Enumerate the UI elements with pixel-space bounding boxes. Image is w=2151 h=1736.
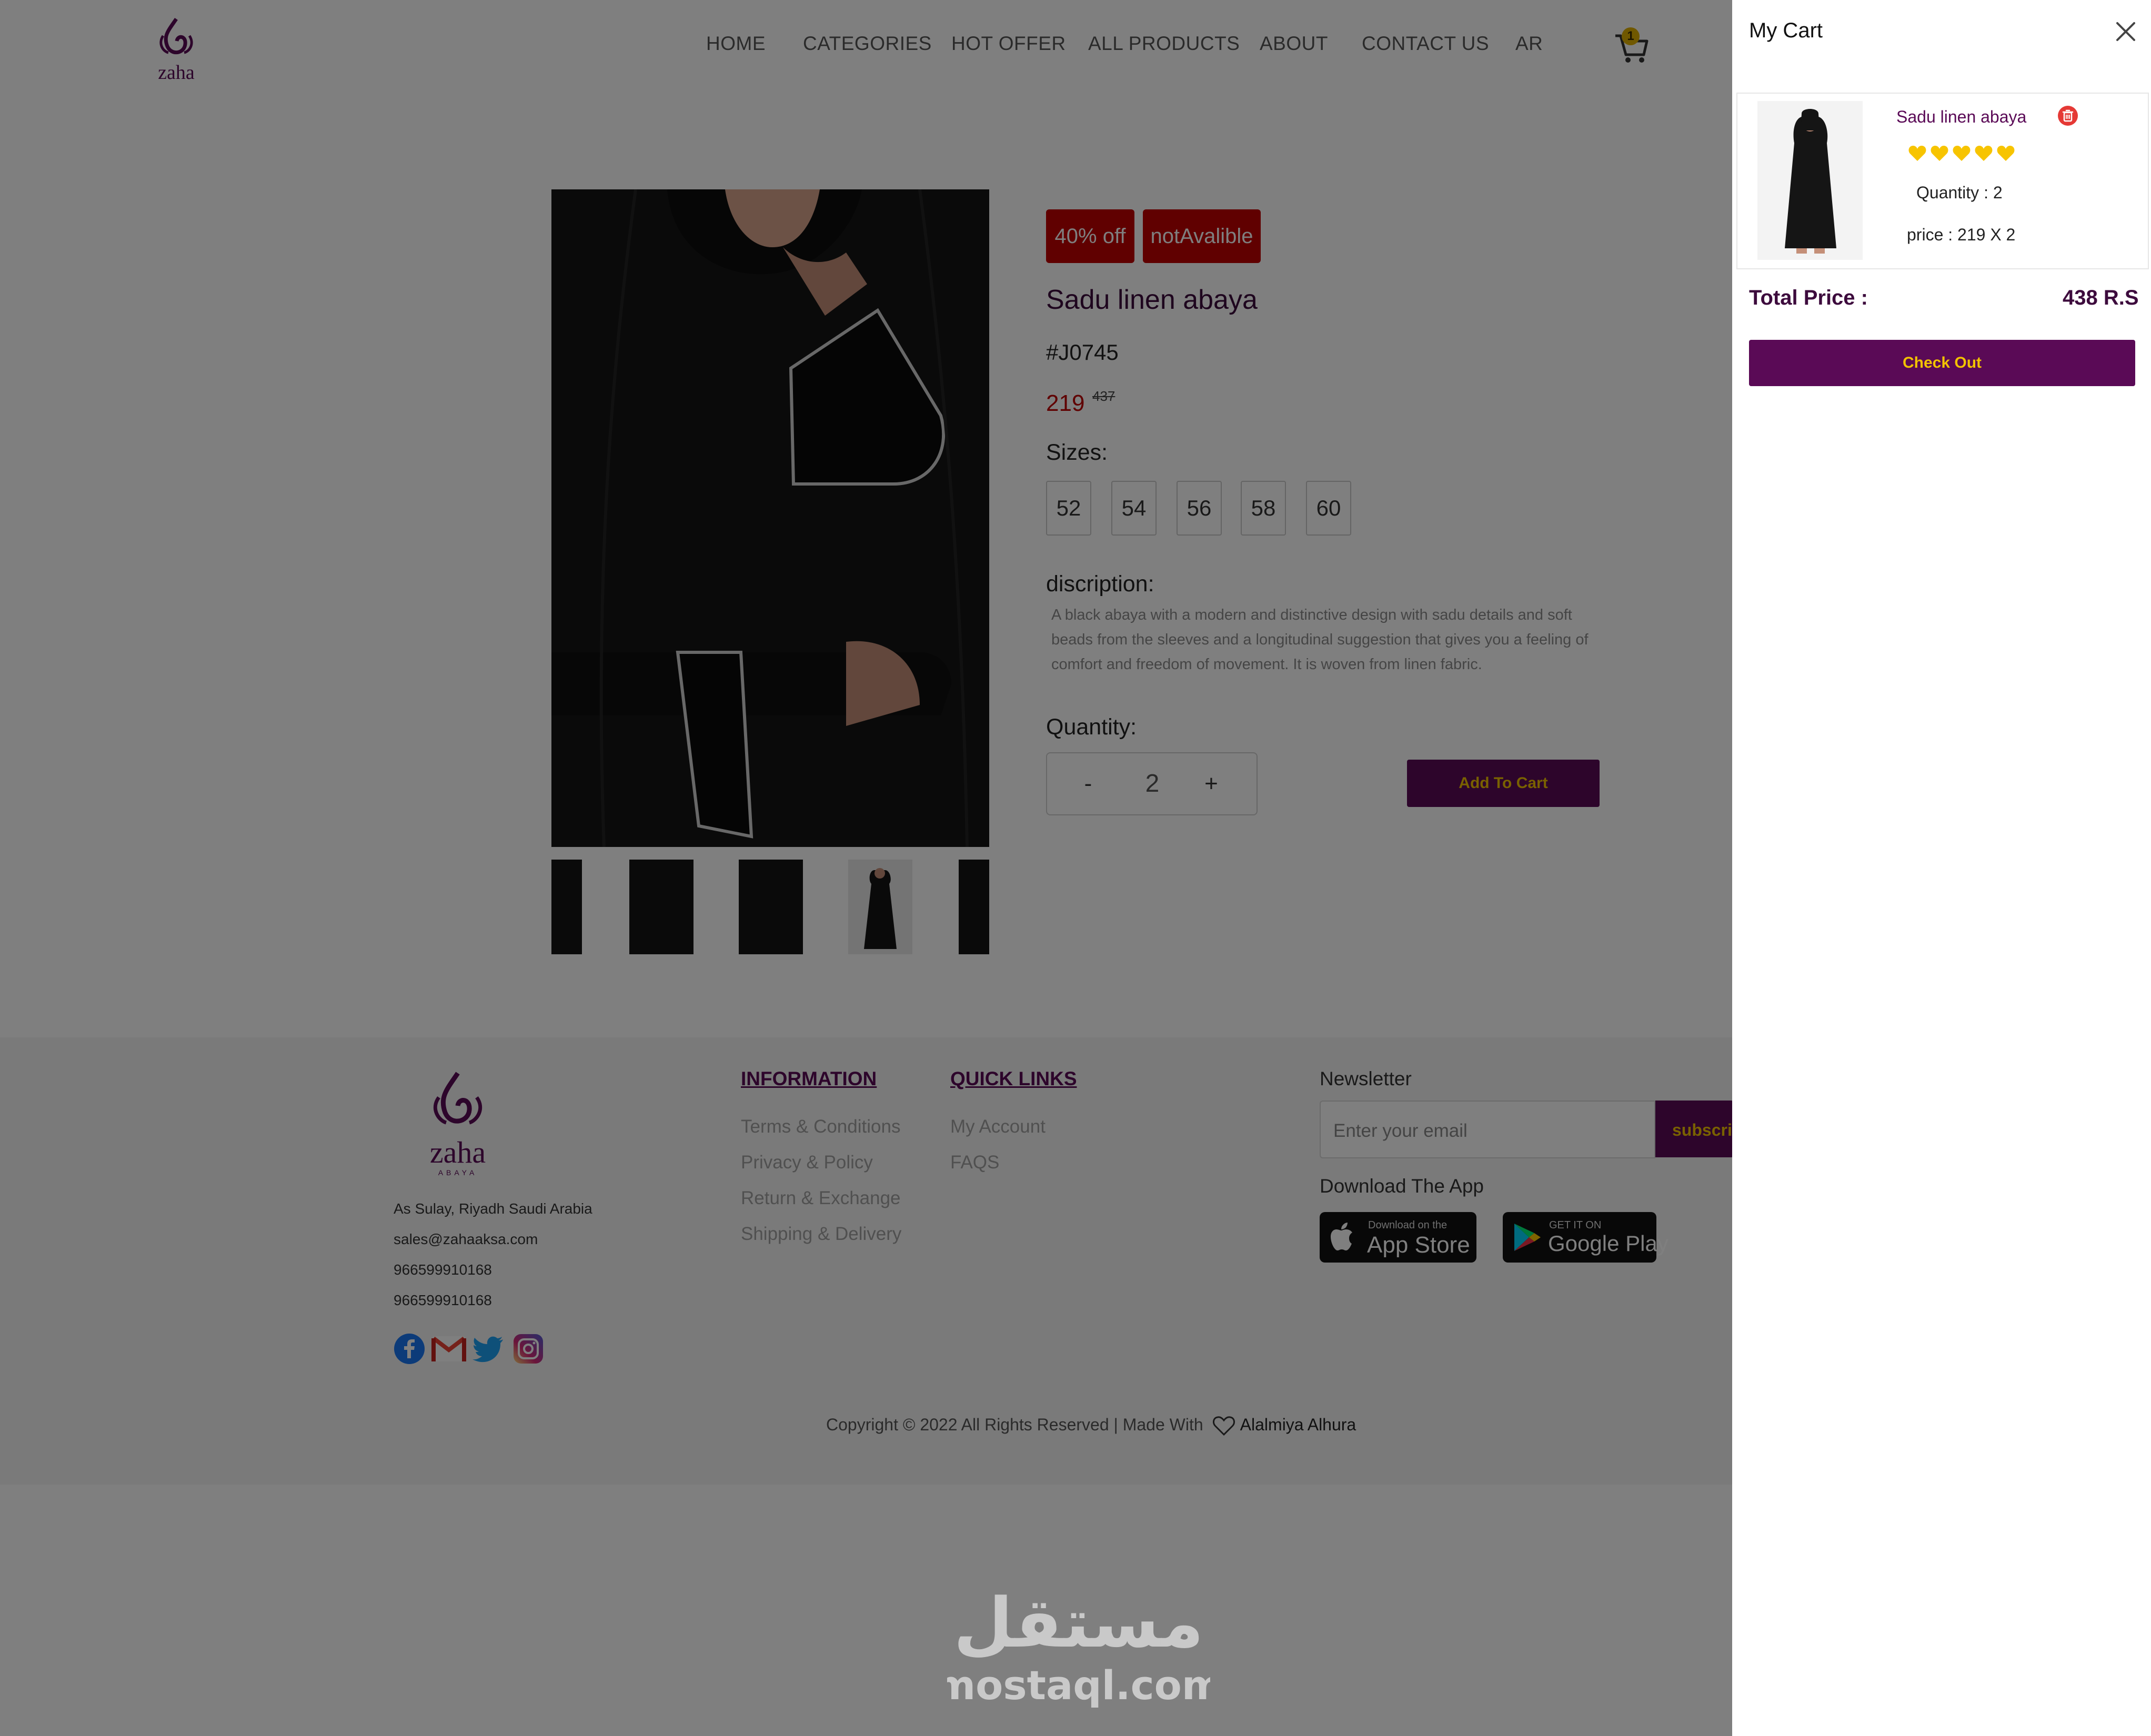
cart-item-quantity: Quantity : 2 (1916, 183, 2003, 202)
cart-item-price: price : 219 X 2 (1907, 225, 2016, 244)
cart-item-image[interactable] (1757, 101, 1863, 260)
trash-icon[interactable] (2057, 105, 2078, 126)
heart-rating-icon (1997, 146, 2015, 161)
watermark-latin: mostaql.com (947, 1662, 1210, 1709)
modal-backdrop[interactable] (0, 0, 1732, 1736)
heart-rating-icon (1931, 146, 1948, 161)
cart-title: My Cart (1749, 19, 1823, 42)
watermark-arabic: مستقل (953, 1583, 1203, 1663)
close-icon[interactable] (2114, 20, 2137, 43)
heart-rating-icon (1975, 146, 1993, 161)
heart-rating-icon (1953, 146, 1971, 161)
total-price-value: 438 R.S (2063, 286, 2139, 309)
cart-item-name[interactable]: Sadu linen abaya (1896, 107, 2026, 127)
cart-item-rating (1907, 143, 2023, 164)
watermark: مستقل mostaql.com (947, 1583, 1210, 1709)
checkout-button[interactable]: Check Out (1749, 340, 2135, 386)
page: zaha HOME CATEGORIES HOT OFFER ALL PRODU… (0, 0, 2151, 1736)
total-price-label: Total Price : (1749, 286, 1868, 309)
heart-rating-icon (1908, 146, 1926, 161)
